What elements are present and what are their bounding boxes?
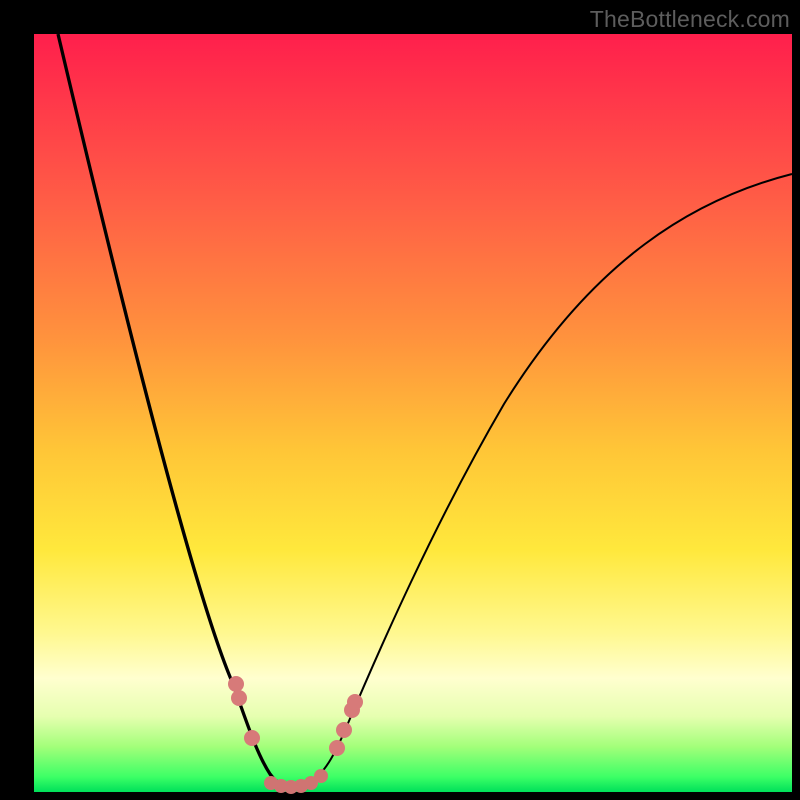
frame: TheBottleneck.com: [0, 0, 800, 800]
bead: [336, 722, 352, 738]
bead: [228, 676, 244, 692]
chart-svg: [34, 34, 792, 792]
watermark-text: TheBottleneck.com: [590, 6, 790, 33]
bead: [231, 690, 247, 706]
beads-group: [228, 676, 363, 794]
plot-area: [34, 34, 792, 792]
bead: [314, 769, 328, 783]
bead: [347, 694, 363, 710]
bead: [329, 740, 345, 756]
bead: [244, 730, 260, 746]
curve-right: [286, 174, 792, 787]
curve-left: [58, 34, 286, 787]
